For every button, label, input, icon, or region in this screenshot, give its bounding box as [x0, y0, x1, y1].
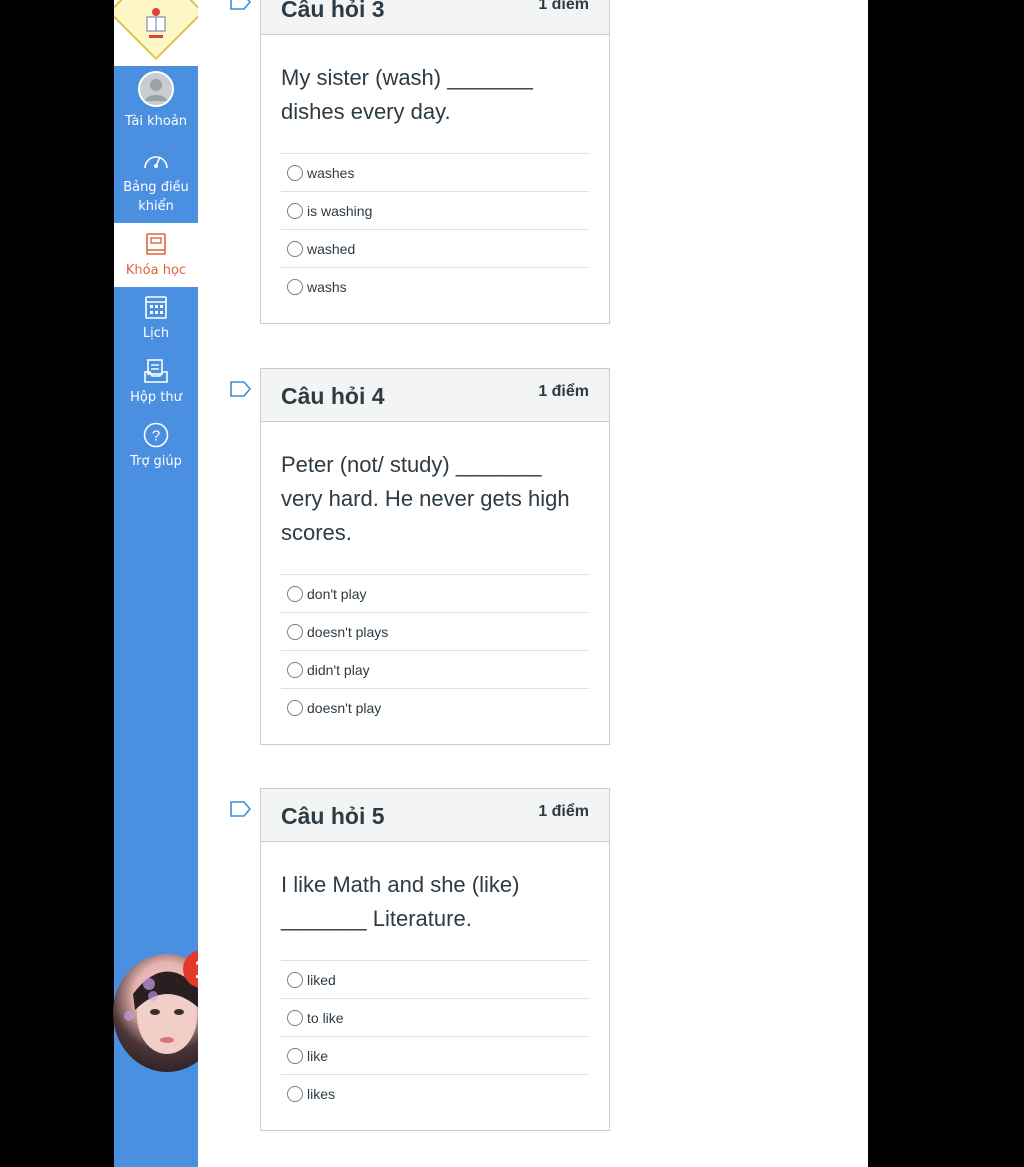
logo-emblem-icon: [146, 8, 166, 38]
answer-option[interactable]: likes: [281, 1074, 589, 1112]
radio-button[interactable]: [287, 240, 303, 257]
sidebar-item-label: Bảng điều khiển: [123, 180, 189, 214]
answer-option[interactable]: washs: [281, 267, 589, 305]
question-card: Câu hỏi 5 1 điểm I like Math and she (li…: [260, 788, 610, 1131]
account-icon: [138, 71, 174, 107]
question-text: My sister (wash) _______ dishes every da…: [281, 65, 533, 124]
answer-option[interactable]: washes: [281, 153, 589, 191]
sidebar-item-inbox[interactable]: Hộp thư: [114, 358, 198, 414]
sidebar-item-label: Tài khoản: [124, 114, 188, 129]
answer-option[interactable]: to like: [281, 998, 589, 1036]
answer-option[interactable]: doesn't play: [281, 688, 589, 726]
radio-button[interactable]: [287, 971, 303, 988]
answer-label: to like: [307, 1009, 344, 1026]
answer-label: washes: [307, 164, 355, 181]
sidebar-item-label: Lịch: [142, 326, 170, 341]
question-points: 1 điểm: [538, 0, 589, 13]
radio-button[interactable]: [287, 1085, 303, 1102]
radio-button[interactable]: [287, 164, 303, 181]
answer-label: doesn't plays: [307, 623, 389, 640]
answer-label: didn't play: [307, 661, 370, 678]
answer-label: don't play: [307, 585, 367, 602]
answer-label: likes: [307, 1085, 336, 1102]
sidebar-item-help[interactable]: ? Trợ giúp: [114, 422, 198, 478]
question-points: 1 điểm: [538, 383, 589, 400]
answer-option[interactable]: is washing: [281, 191, 589, 229]
question-header: Câu hỏi 4 1 điểm: [261, 369, 609, 422]
answer-label: washs: [307, 278, 347, 295]
flag-question-icon[interactable]: [230, 801, 252, 817]
question-body: I like Math and she (like) _______ Liter…: [261, 842, 609, 1130]
dashboard-icon: [144, 156, 168, 169]
answer-option[interactable]: didn't play: [281, 650, 589, 688]
flag-question-icon[interactable]: [230, 381, 252, 397]
radio-button[interactable]: [287, 585, 303, 602]
question-text: I like Math and she (like) _______ Liter…: [281, 872, 520, 931]
inbox-icon: [144, 359, 168, 383]
sidebar-item-dashboard[interactable]: Bảng điều khiển: [114, 148, 198, 222]
answer-option[interactable]: don't play: [281, 574, 589, 612]
answer-option[interactable]: liked: [281, 960, 589, 998]
answer-label: washed: [307, 240, 356, 257]
radio-button[interactable]: [287, 278, 303, 295]
answer-label: liked: [307, 971, 336, 988]
flag-question-icon[interactable]: [230, 0, 252, 10]
question-title: Câu hỏi 3: [281, 0, 385, 22]
question-header: Câu hỏi 5 1 điểm: [261, 789, 609, 842]
answer-label: doesn't play: [307, 699, 382, 716]
question-card: Câu hỏi 3 1 điểm My sister (wash) ______…: [260, 0, 610, 324]
courses-icon: [146, 233, 166, 255]
question-text: Peter (not/ study) _______ very hard. He…: [281, 452, 570, 545]
radio-button[interactable]: [287, 661, 303, 678]
radio-button[interactable]: [287, 623, 303, 640]
answer-label: is washing: [307, 202, 373, 219]
answer-option[interactable]: doesn't plays: [281, 612, 589, 650]
answer-option[interactable]: like: [281, 1036, 589, 1074]
question-body: Peter (not/ study) _______ very hard. He…: [261, 422, 609, 744]
question-body: My sister (wash) _______ dishes every da…: [261, 35, 609, 323]
question-title: Câu hỏi 4: [281, 383, 385, 409]
help-icon: ?: [143, 422, 169, 448]
sidebar-item-courses[interactable]: Khóa học: [114, 223, 198, 287]
radio-button[interactable]: [287, 202, 303, 219]
sidebar-item-label: Hộp thư: [130, 390, 182, 405]
answer-label: like: [307, 1047, 329, 1064]
question-header: Câu hỏi 3 1 điểm: [261, 0, 609, 35]
sidebar-item-label: Khóa học: [125, 263, 187, 278]
calendar-icon: [145, 296, 167, 319]
question-card: Câu hỏi 4 1 điểm Peter (not/ study) ____…: [260, 368, 610, 745]
answer-option[interactable]: washed: [281, 229, 589, 267]
sidebar-item-label: Trợ giúp: [130, 454, 182, 469]
svg-text:?: ?: [152, 428, 160, 445]
radio-button[interactable]: [287, 1047, 303, 1064]
sidebar-item-account[interactable]: Tài khoản: [114, 70, 198, 136]
radio-button[interactable]: [287, 1009, 303, 1026]
question-points: 1 điểm: [538, 803, 589, 820]
radio-button[interactable]: [287, 699, 303, 716]
sidebar-item-calendar[interactable]: Lịch: [114, 294, 198, 350]
school-logo[interactable]: [114, 0, 198, 66]
question-title: Câu hỏi 5: [281, 803, 385, 829]
